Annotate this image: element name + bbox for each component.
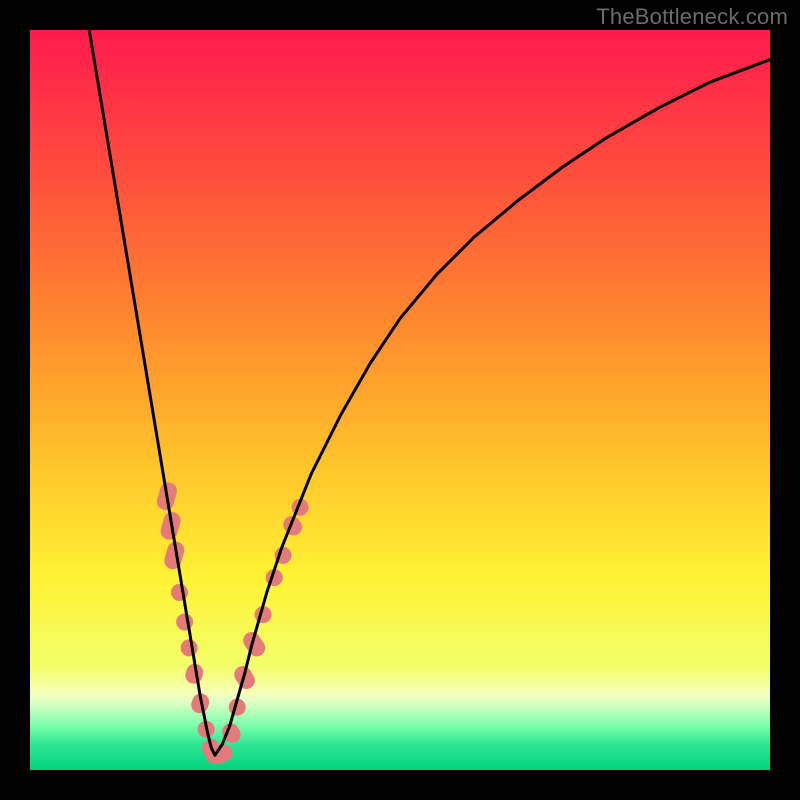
watermark-text: TheBottleneck.com [596, 4, 788, 30]
data-marker-dot [181, 639, 198, 656]
curve-layer [30, 30, 770, 770]
chart-frame: TheBottleneck.com [0, 0, 800, 800]
data-marker-dot [176, 614, 193, 631]
plot-area [30, 30, 770, 770]
curve-right-branch [215, 60, 770, 756]
